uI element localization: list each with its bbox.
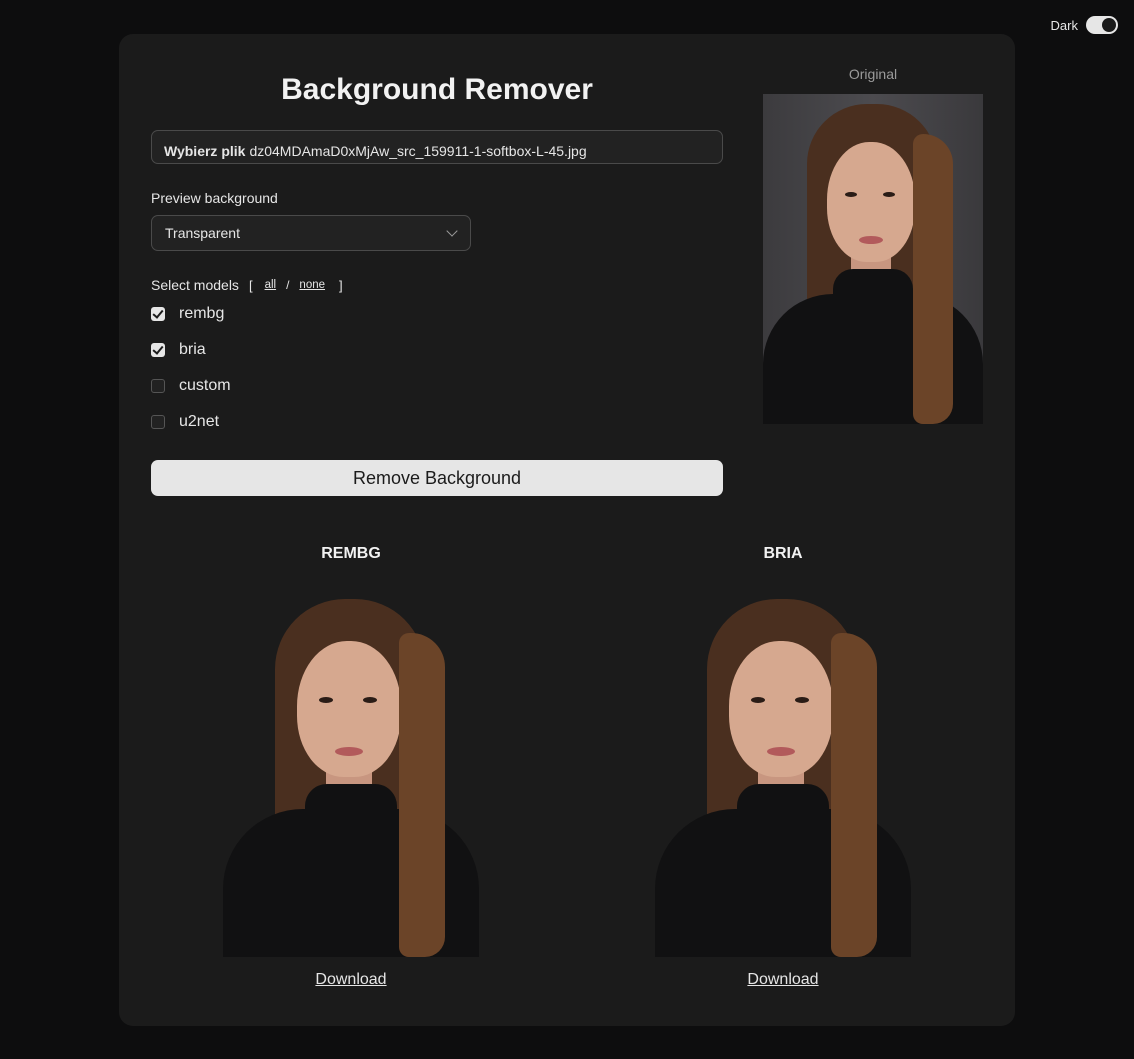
original-label: Original [848, 66, 898, 82]
result-label: BRIA [763, 545, 803, 562]
checkbox[interactable] [151, 343, 165, 357]
preview-background-select[interactable]: Transparent [151, 215, 471, 251]
main-card: Background Remover Wybierz plik dz04MDAm… [119, 34, 1015, 1026]
model-option-label: custom [179, 377, 231, 394]
page-title: Background Remover [281, 73, 593, 106]
download-link[interactable]: Download [747, 971, 818, 989]
model-list: rembg bria custom u2net [151, 296, 723, 440]
result-label: REMBG [321, 545, 381, 562]
theme-switch[interactable] [1086, 16, 1118, 34]
bracket-close: ] [339, 277, 343, 293]
separator: / [286, 278, 290, 292]
model-option-label: rembg [179, 305, 225, 322]
models-label: Select models [151, 277, 239, 293]
theme-toggle[interactable]: Dark [1051, 16, 1118, 34]
model-option-custom[interactable]: custom [151, 368, 723, 404]
result-image [223, 589, 479, 957]
remove-background-button[interactable]: Remove Background [151, 460, 723, 496]
model-option-u2net[interactable]: u2net [151, 404, 723, 440]
model-option-rembg[interactable]: rembg [151, 296, 723, 332]
checkbox[interactable] [151, 379, 165, 393]
controls-panel: Background Remover Wybierz plik dz04MDAm… [151, 66, 723, 496]
model-option-bria[interactable]: bria [151, 332, 723, 368]
original-image [763, 94, 983, 424]
chevron-down-icon [446, 225, 458, 237]
result-rembg: REMBG Download [191, 545, 511, 989]
select-none-link[interactable]: none [299, 279, 325, 291]
select-all-link[interactable]: all [265, 279, 277, 291]
theme-toggle-label: Dark [1050, 17, 1078, 33]
result-bria: BRIA Download [623, 545, 943, 989]
choose-file-button[interactable]: Wybierz plik [164, 143, 245, 159]
file-input[interactable]: Wybierz plik dz04MDAmaD0xMjAw_src_159911… [151, 130, 723, 164]
result-image [655, 589, 911, 957]
model-option-label: bria [179, 341, 206, 358]
file-name: dz04MDAmaD0xMjAw_src_159911-1-softbox-L-… [249, 143, 587, 159]
checkbox[interactable] [151, 307, 165, 321]
preview-background-value: Transparent [165, 225, 240, 241]
original-panel: Original [763, 66, 983, 424]
model-option-label: u2net [179, 413, 220, 430]
preview-background-label: Preview background [151, 190, 278, 206]
models-header: Select models [ all / none ] [151, 277, 723, 293]
checkbox[interactable] [151, 415, 165, 429]
bracket-open: [ [248, 277, 253, 293]
switch-knob [1102, 18, 1116, 32]
download-link[interactable]: Download [315, 971, 386, 989]
